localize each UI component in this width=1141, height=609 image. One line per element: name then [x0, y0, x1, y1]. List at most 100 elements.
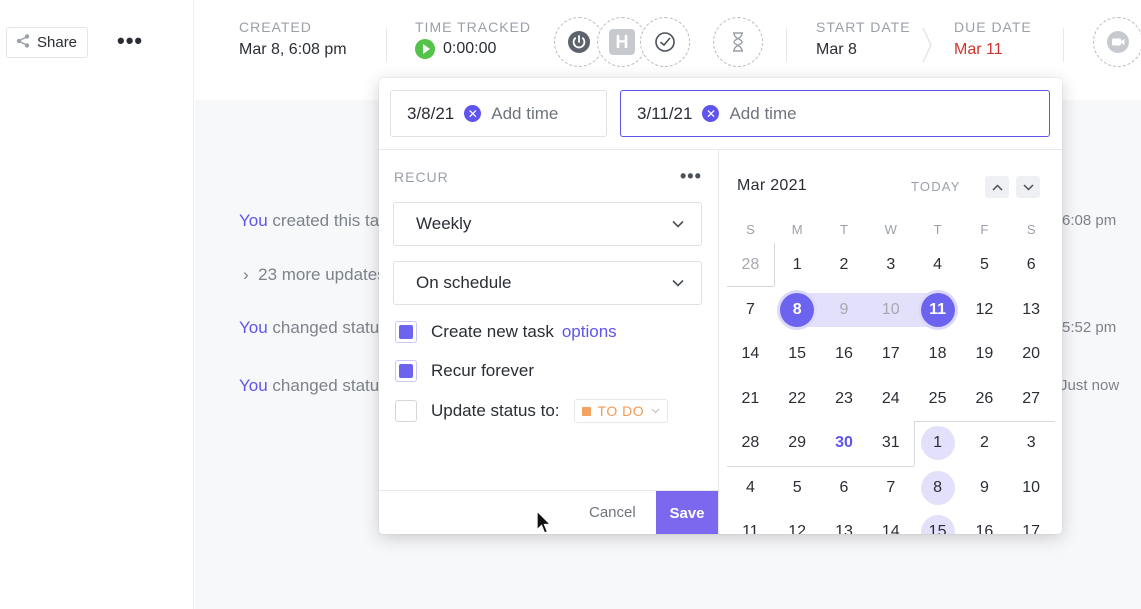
calendar-day[interactable]: 14 — [727, 332, 774, 376]
activity-user[interactable]: You — [239, 376, 268, 395]
calendar-day[interactable]: 6 — [821, 466, 868, 510]
calendar-day[interactable]: 29 — [774, 421, 821, 465]
calendar-week: 7 8 9 10 11 12 13 — [727, 288, 1055, 332]
more-updates-row[interactable]: › 23 more updates — [243, 265, 386, 285]
start-date-field-value: 3/8/21 — [407, 103, 455, 123]
calendar-day[interactable]: 5 — [961, 243, 1008, 287]
calendar-day[interactable]: 19 — [961, 332, 1008, 376]
weekday-header: SMTWTFS — [727, 222, 1055, 237]
calendar-day[interactable]: 12 — [774, 510, 821, 534]
prev-month-button[interactable] — [985, 176, 1009, 198]
activity-text: changed status — [272, 318, 388, 337]
options-link[interactable]: options — [562, 322, 617, 342]
create-new-task-checkbox[interactable] — [395, 321, 417, 343]
due-date-input[interactable]: 3/11/21 ✕ Add time — [620, 90, 1050, 137]
created-label: CREATED — [239, 19, 312, 35]
month-boundary — [914, 421, 1055, 422]
calendar-day[interactable]: 23 — [821, 377, 868, 421]
calendar-day[interactable]: 28 — [727, 421, 774, 465]
chevron-right-icon — [922, 27, 932, 63]
calendar-day[interactable]: 11 — [727, 510, 774, 534]
recur-label: RECUR — [394, 169, 449, 185]
due-date-field-value: 3/11/21 — [637, 103, 693, 123]
update-status-checkbox[interactable] — [395, 400, 417, 422]
more-options-icon[interactable]: ••• — [117, 30, 143, 52]
calendar-day[interactable]: 17 — [867, 332, 914, 376]
calendar-day[interactable]: 12 — [961, 288, 1008, 332]
calendar-day[interactable]: 1 — [914, 421, 961, 465]
calendar-day[interactable]: 10 — [867, 288, 914, 332]
play-timer-icon[interactable] — [415, 39, 435, 59]
calendar-day[interactable]: 15 — [774, 332, 821, 376]
calendar-day[interactable]: 4 — [727, 466, 774, 510]
next-month-button[interactable] — [1016, 176, 1040, 198]
calendar-day[interactable]: 9 — [961, 466, 1008, 510]
weekday-label: S — [746, 222, 755, 237]
calendar-day[interactable]: 22 — [774, 377, 821, 421]
cancel-button[interactable]: Cancel — [589, 504, 636, 521]
calendar-day[interactable]: 25 — [914, 377, 961, 421]
status-select[interactable]: TO DO — [573, 399, 669, 423]
calendar-day[interactable]: 15 — [914, 510, 961, 534]
created-value: Mar 8, 6:08 pm — [239, 41, 347, 58]
calendar-day[interactable]: 7 — [727, 288, 774, 332]
weekday-label: T — [933, 222, 942, 237]
check-circle-icon[interactable] — [640, 17, 690, 67]
save-button[interactable]: Save — [656, 491, 718, 534]
recur-menu-icon[interactable]: ••• — [680, 166, 702, 187]
calendar-day[interactable]: 26 — [961, 377, 1008, 421]
calendar-day[interactable]: 6 — [1008, 243, 1055, 287]
calendar-day[interactable]: 7 — [867, 466, 914, 510]
calendar-day[interactable]: 8 — [774, 288, 821, 332]
recur-panel: RECUR ••• Weekly On schedule Create new … — [379, 150, 718, 490]
clear-due-date-icon[interactable]: ✕ — [702, 105, 720, 122]
start-add-time[interactable]: Add time — [491, 104, 558, 124]
calendar-week: 4 5 6 7 8 9 10 — [727, 466, 1055, 510]
today-button[interactable]: TODAY — [911, 179, 961, 194]
calendar-day[interactable]: 3 — [1008, 421, 1055, 465]
due-date-block[interactable]: DUE DATE Mar 11 — [954, 19, 1032, 59]
start-date-input[interactable]: 3/8/21 ✕ Add time — [390, 90, 607, 137]
status-color-icon — [581, 406, 591, 416]
recur-forever-label: Recur forever — [431, 361, 534, 380]
schedule-select[interactable]: On schedule — [393, 261, 702, 305]
chevron-right-icon: › — [243, 265, 254, 284]
calendar-day[interactable]: 27 — [1008, 377, 1055, 421]
calendar-day[interactable]: 13 — [821, 510, 868, 534]
activity-user[interactable]: You — [239, 211, 268, 230]
clear-start-date-icon[interactable]: ✕ — [464, 105, 482, 122]
calendar-day[interactable]: 31 — [867, 421, 914, 465]
calendar-day[interactable]: 21 — [727, 377, 774, 421]
start-date-block[interactable]: START DATE Mar 8 — [816, 19, 911, 59]
calendar-day[interactable]: 2 — [961, 421, 1008, 465]
video-icon[interactable] — [1093, 17, 1141, 67]
calendar-day[interactable]: 8 — [914, 466, 961, 510]
activity-user[interactable]: You — [239, 318, 268, 337]
calendar-day[interactable]: 5 — [774, 466, 821, 510]
calendar-day[interactable]: 2 — [821, 243, 868, 287]
share-button[interactable]: Share — [6, 27, 89, 58]
recur-forever-checkbox[interactable] — [395, 360, 417, 382]
more-updates-text: 23 more updates — [258, 265, 386, 284]
calendar-day[interactable]: 3 — [867, 243, 914, 287]
hourglass-icon[interactable] — [713, 17, 763, 67]
frequency-select[interactable]: Weekly — [393, 202, 702, 246]
schedule-value: On schedule — [416, 273, 512, 292]
calendar-day[interactable]: 24 — [867, 377, 914, 421]
calendar-day[interactable]: 17 — [1008, 510, 1055, 534]
calendar-day[interactable]: 16 — [821, 332, 868, 376]
calendar-day[interactable]: 10 — [1008, 466, 1055, 510]
divider — [386, 28, 387, 62]
calendar-day[interactable]: 14 — [867, 510, 914, 534]
calendar-day[interactable]: 20 — [1008, 332, 1055, 376]
calendar-day[interactable]: 11 — [914, 288, 961, 332]
due-add-time[interactable]: Add time — [729, 104, 796, 124]
calendar-day[interactable]: 30 — [821, 421, 868, 465]
calendar-day[interactable]: 18 — [914, 332, 961, 376]
calendar-day[interactable]: 28 — [727, 243, 774, 287]
calendar-day[interactable]: 9 — [821, 288, 868, 332]
calendar-day[interactable]: 13 — [1008, 288, 1055, 332]
calendar-day[interactable]: 16 — [961, 510, 1008, 534]
calendar-day[interactable]: 1 — [774, 243, 821, 287]
calendar-day[interactable]: 4 — [914, 243, 961, 287]
